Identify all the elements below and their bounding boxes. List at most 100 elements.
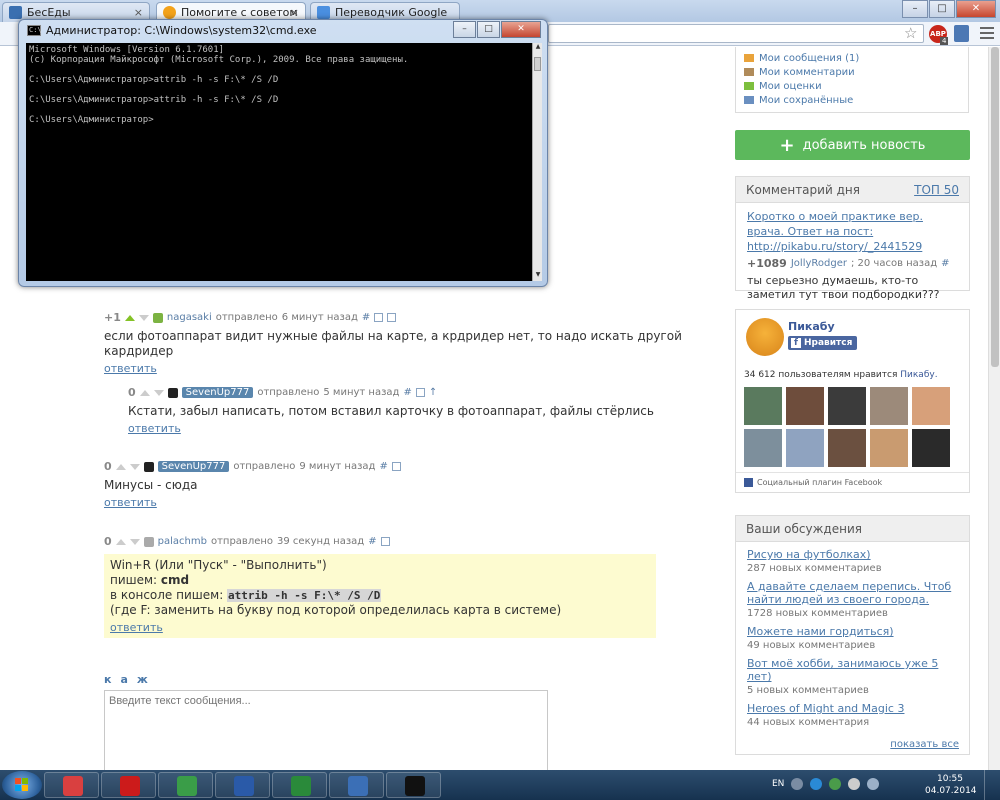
add-news-button[interactable]: + добавить новость <box>735 130 970 160</box>
tray-app-icon[interactable] <box>829 778 842 790</box>
reply-link[interactable]: ответить <box>128 422 181 435</box>
facebook-friend-avatar[interactable] <box>912 429 950 467</box>
comment-author[interactable]: palachmb <box>158 536 207 547</box>
comment-permalink[interactable]: # <box>379 461 387 472</box>
maximize-button[interactable]: □ <box>929 0 955 18</box>
show-desktop-button[interactable] <box>984 770 998 800</box>
upvote-icon[interactable] <box>115 538 126 545</box>
facebook-icon: f <box>791 338 801 348</box>
address-bar[interactable] <box>548 24 924 43</box>
pikabu-logo[interactable] <box>746 318 784 356</box>
facebook-friend-avatar[interactable] <box>786 429 824 467</box>
bookmark-star-icon[interactable]: ☆ <box>904 24 917 42</box>
minimize-button[interactable]: – <box>902 0 928 18</box>
comment-of-day-post-link[interactable]: Коротко о моей практике вер. врача. Отве… <box>747 210 923 253</box>
network-icon[interactable] <box>848 778 861 790</box>
top50-link[interactable]: ТОП 50 <box>914 183 959 197</box>
cmd-console[interactable]: Microsoft Windows [Version 6.1.7601] (c)… <box>26 43 532 281</box>
my-messages-link[interactable]: Мои сообщения (1) <box>744 51 960 65</box>
comment-author[interactable]: SevenUp777 <box>157 461 230 472</box>
show-all-link[interactable]: показать все <box>890 739 959 750</box>
taskbar-app-sp[interactable] <box>329 772 384 798</box>
reply-link[interactable]: ответить <box>110 621 163 634</box>
close-button[interactable]: ✕ <box>501 21 541 38</box>
facebook-friend-avatar[interactable] <box>828 429 866 467</box>
my-saved-link[interactable]: Мои сохранённые <box>744 93 960 107</box>
comment-input[interactable] <box>104 690 548 770</box>
comment-author[interactable]: nagasaki <box>167 312 212 323</box>
taskbar-app-snipping[interactable] <box>44 772 99 798</box>
tab-favicon <box>317 6 330 19</box>
taskbar-app-opera[interactable] <box>101 772 156 798</box>
scroll-down-icon[interactable]: ▼ <box>533 271 543 281</box>
reply-link[interactable]: ответить <box>104 496 157 509</box>
comment-text: если фотоаппарат видит нужные файлы на к… <box>104 329 682 358</box>
underline-button[interactable]: а <box>120 673 127 686</box>
facebook-friend-avatar[interactable] <box>870 387 908 425</box>
facebook-friend-avatar[interactable] <box>912 387 950 425</box>
my-ratings-link[interactable]: Мои оценки <box>744 79 960 93</box>
downvote-icon[interactable] <box>138 314 149 321</box>
downvote-icon[interactable] <box>129 463 140 470</box>
downvote-icon[interactable] <box>129 538 140 545</box>
comment-permalink[interactable]: # <box>941 257 949 271</box>
comment-meta: 0 palachmb отправлено 39 секунд назад # <box>104 535 704 548</box>
cmd-scrollbar[interactable]: ▲ ▼ <box>532 43 542 281</box>
reply-link[interactable]: ответить <box>104 362 157 375</box>
facebook-page-name[interactable]: Пикабу <box>788 320 835 333</box>
taskbar-app-excel[interactable] <box>272 772 327 798</box>
save-icon[interactable] <box>415 388 425 397</box>
scrollbar-thumb[interactable] <box>534 57 541 71</box>
facebook-page-link[interactable]: Пикабу. <box>900 370 937 380</box>
start-button[interactable] <box>2 771 42 799</box>
my-comments-link[interactable]: Мои комментарии <box>744 65 960 79</box>
taskbar-app-cmd[interactable] <box>386 772 441 798</box>
volume-icon[interactable] <box>867 778 880 790</box>
scroll-up-icon[interactable]: ▲ <box>533 43 543 53</box>
cmd-titlebar[interactable]: C:\ Администратор: C:\Windows\system32\c… <box>27 24 317 37</box>
maximize-button[interactable]: □ <box>477 21 500 38</box>
minimize-button[interactable]: – <box>453 21 476 38</box>
page-scrollbar[interactable] <box>988 47 1000 770</box>
cmd-window: C:\ Администратор: C:\Windows\system32\c… <box>18 19 548 287</box>
scrollbar-thumb[interactable] <box>991 47 999 367</box>
italic-button[interactable]: к <box>104 673 111 686</box>
bold-button[interactable]: ж <box>137 673 148 686</box>
chrome-icon <box>177 776 197 796</box>
close-icon[interactable]: × <box>134 6 143 19</box>
facebook-friend-avatar[interactable] <box>870 429 908 467</box>
upvote-icon[interactable] <box>115 463 126 470</box>
upvote-icon[interactable] <box>139 389 150 396</box>
close-icon[interactable]: × <box>290 6 299 19</box>
tray-arrow-icon[interactable] <box>791 778 804 790</box>
facebook-friend-avatar[interactable] <box>744 387 782 425</box>
comment-of-day-user[interactable]: JollyRodger <box>791 257 847 271</box>
close-button[interactable]: ✕ <box>956 0 996 18</box>
taskbar-app-word[interactable] <box>215 772 270 798</box>
facebook-like-button[interactable]: f Нравится <box>788 336 858 350</box>
save-icon[interactable] <box>391 462 401 471</box>
menu-icon[interactable] <box>980 27 994 42</box>
comment-permalink[interactable]: # <box>403 387 411 398</box>
comment-permalink[interactable]: # <box>368 536 376 547</box>
taskbar-app-chrome[interactable] <box>158 772 213 798</box>
downvote-icon[interactable] <box>153 389 164 396</box>
facebook-friend-avatar[interactable] <box>828 387 866 425</box>
language-indicator[interactable]: EN <box>772 779 784 789</box>
clock[interactable]: 10:55 04.07.2014 <box>925 773 977 797</box>
facebook-friend-avatar[interactable] <box>744 429 782 467</box>
parent-comment-icon[interactable]: ↑ <box>429 387 437 398</box>
collapse-icon[interactable] <box>374 313 384 322</box>
upvote-icon[interactable] <box>124 314 135 321</box>
comment-author[interactable]: SevenUp777 <box>181 387 254 398</box>
facebook-friend-avatar[interactable] <box>786 387 824 425</box>
extension-icon[interactable] <box>954 25 969 42</box>
comment-permalink[interactable]: # <box>362 312 370 323</box>
tray-skype-icon[interactable] <box>810 778 823 790</box>
comment-item: 0 palachmb отправлено 39 секунд назад # … <box>104 535 704 638</box>
discussions-header: Ваши обсуждения <box>736 516 969 542</box>
save-icon[interactable] <box>387 313 397 322</box>
save-icon[interactable] <box>380 537 390 546</box>
inline-code: attrib -h -s F:\* /S /D <box>227 589 382 602</box>
comment-line: (где F: заменить на букву под которой оп… <box>110 603 562 617</box>
